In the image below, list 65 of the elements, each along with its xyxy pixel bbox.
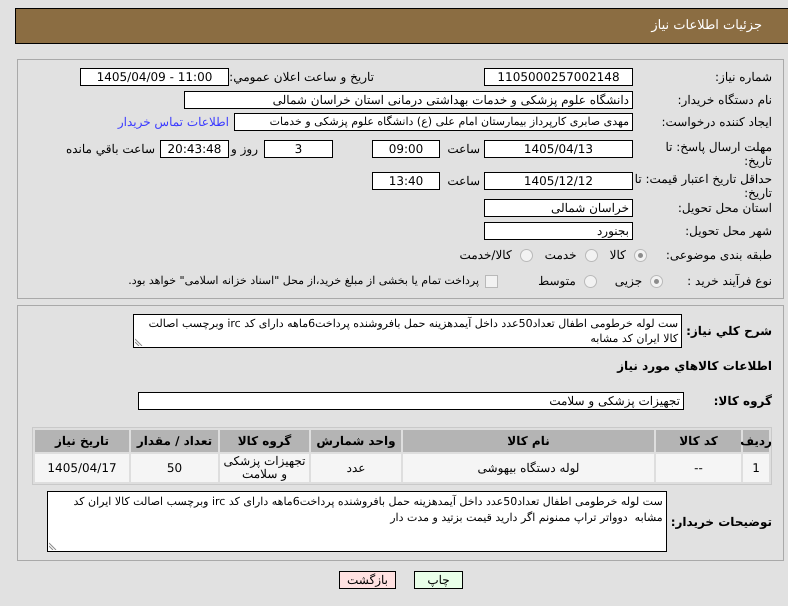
radio-button[interactable] xyxy=(520,248,533,262)
buyer-organization-field[interactable]: دانشگاه علوم پزشکی و خدمات بهداشتی درمانی استان خراسان شمالی xyxy=(184,91,633,109)
table-header-cell: تاریخ نیاز xyxy=(35,430,129,452)
table-cell: 50 xyxy=(131,454,218,482)
table-cell: تجهیزات پزشکی و سلامت xyxy=(220,454,309,482)
buyer-notes-field[interactable]: ست لوله خرطومی اطفال تعداد50عدد داخل آیمدهزینه حمل بافروشنده پرداخت6ماهه دارای کد irc وبرچسب اصالت کالا ایران کد مشابه دوواتر تراپ ممنونم اگر دارید قیمت بزتید و مدت دار xyxy=(46,491,667,552)
radio-button[interactable] xyxy=(634,248,647,262)
page-title: جزئیات اطلاعات نیاز xyxy=(651,17,762,36)
field-label: توضیحات خریدار: xyxy=(670,514,772,530)
table-header-cell: تعداد / مقدار xyxy=(131,430,218,452)
city-field[interactable]: بجنورد xyxy=(484,222,633,240)
table-cell: -- xyxy=(656,454,741,482)
radio-button[interactable] xyxy=(584,274,597,288)
table-cell: 1 xyxy=(743,454,769,482)
table-header-cell: گروه کالا xyxy=(220,430,309,452)
resize-grip-icon[interactable] xyxy=(48,542,57,550)
field-label: ساعت xyxy=(446,141,480,158)
validity-time-field[interactable]: 13:40 xyxy=(372,172,440,190)
requester-field[interactable]: مهدی صابری کارپرداز بیمارستان امام علی (ع) دانشگاه علوم پزشکی و خدمات xyxy=(234,113,633,131)
radio-button[interactable] xyxy=(650,274,664,288)
field-label: استان محل تحویل: xyxy=(676,200,772,217)
contact-link[interactable]: اطلاعات تماس خریدار xyxy=(118,113,229,131)
need-number-field[interactable]: 1105000257002148 xyxy=(484,68,633,86)
field-label: شرح کلي نیاز: xyxy=(685,323,772,340)
checkbox[interactable] xyxy=(485,274,498,288)
deadline-time-field[interactable]: 09:00 xyxy=(372,140,440,158)
option-label: کالا xyxy=(610,247,626,264)
field-label: ساعت باقي مانده xyxy=(66,141,155,158)
province-field[interactable]: خراسان شمالی xyxy=(484,199,633,217)
table-header-cell: کد کالا xyxy=(656,430,741,452)
field-label: روز و xyxy=(230,141,258,158)
field-label: شماره نیاز: xyxy=(714,69,772,86)
checkbox-label: پرداخت تمام یا بخشی از مبلغ خرید،از محل "اسناد خزانه اسلامی" خواهد بود. xyxy=(128,272,480,289)
table-cell: لوله دستگاه بیهوشی xyxy=(403,454,654,482)
field-label: مهلت ارسال پاسخ: تا تاریخ: xyxy=(664,140,772,168)
field-label: ایجاد کننده درخواست: xyxy=(660,114,772,131)
resize-grip-icon[interactable] xyxy=(135,338,144,346)
field-label: تاریخ و ساعت اعلان عمومي: xyxy=(229,69,375,86)
announcement-date-field[interactable]: 1405/04/09 - 11:00 xyxy=(80,68,229,86)
table-cell: عدد xyxy=(311,454,401,482)
field-label: شهر محل تحویل: xyxy=(684,223,772,240)
field-label: طبقه بندی موضوعی: xyxy=(666,247,772,264)
field-label: ساعت xyxy=(446,173,480,190)
field-label: حداقل تاریخ اعتبار قیمت: تا تاریخ: xyxy=(634,172,772,200)
option-label: خدمت xyxy=(544,247,577,264)
field-label: گروه کالا: xyxy=(712,393,772,410)
option-label: جزیی xyxy=(614,273,642,290)
deadline-date-field[interactable]: 1405/04/13 xyxy=(484,140,633,158)
back-button[interactable]: بازگشت xyxy=(339,571,396,589)
option-label: متوسط xyxy=(538,273,576,290)
field-label: نوع فرآیند خرید : xyxy=(687,273,772,290)
days-left-field[interactable]: 3 xyxy=(264,140,333,158)
table-cell: 1405/04/17 xyxy=(35,454,129,482)
goods-group-field[interactable]: تجهیزات پزشکی و سلامت xyxy=(138,392,684,410)
table-header-cell: نام کالا xyxy=(403,430,654,452)
time-left-field[interactable]: 20:43:48 xyxy=(160,140,229,158)
table-header-cell: ردیف xyxy=(743,430,769,452)
description-field[interactable]: ست لوله خرطومی اطفال تعداد50عدد داخل آیمدهزینه حمل بافروشنده پرداخت6ماهه دارای کد irc وبرچسب اصالت کالا ایران کد مشابه xyxy=(133,314,682,348)
field-label: نام دستگاه خریدار: xyxy=(676,92,772,109)
section-title: اطلاعات کالاهاي مورد نیاز xyxy=(616,358,772,375)
validity-date-field[interactable]: 1405/12/12 xyxy=(484,172,633,190)
table-header-cell: واحد شمارش xyxy=(311,430,401,452)
print-button[interactable]: چاپ xyxy=(414,571,463,589)
option-label: کالا/خدمت xyxy=(459,247,512,264)
radio-button[interactable] xyxy=(584,248,598,262)
